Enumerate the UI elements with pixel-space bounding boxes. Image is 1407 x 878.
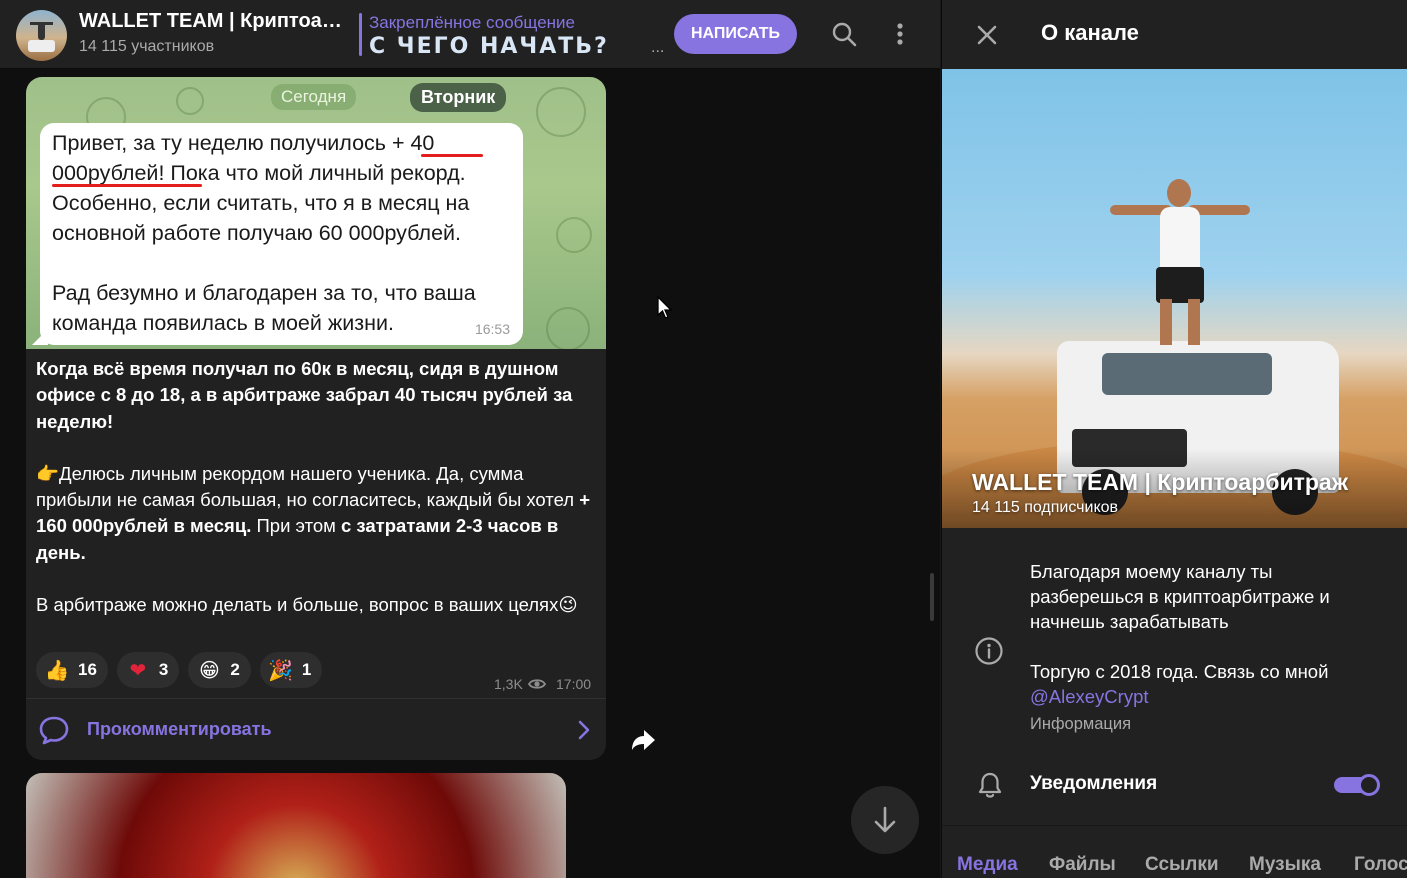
image-time: 16:53 [474,321,510,337]
post-views: 1,3K [494,676,546,692]
image-date-weekday: Вторник [410,83,507,112]
channel-avatar[interactable] [16,10,67,61]
tab-files[interactable]: Файлы [1049,854,1116,876]
more-vertical-icon [897,23,903,45]
close-button[interactable] [972,20,1002,50]
reaction-count: 16 [78,660,97,679]
eye-icon [527,679,546,689]
share-button[interactable] [624,721,662,759]
cover-subscriber-count: 14 115 подписчиков [972,499,1119,516]
heart-icon: ❤ [129,658,147,682]
pinned-ellipsis: ... [651,39,665,56]
post-time: 17:00 [556,676,592,692]
image-paragraph-1: Привет, за ту неделю получилось + 40 000… [52,131,470,245]
image-date-today: Сегодня [271,84,357,110]
wink-emoji: 😉 [558,594,578,616]
chat-header[interactable]: WALLET TEAM | Криптоарбитраж 14 115 учас… [0,0,940,69]
point-right-emoji: 👉 [36,462,60,484]
comment-icon [39,716,69,745]
views-count: 1,3K [494,676,523,692]
mouse-cursor [657,295,673,320]
reaction-thumbs-up[interactable]: 👍 16 [36,652,108,688]
media-tabs: Медиа Файлы Ссылки Музыка Голос [942,825,1407,878]
image-text: Привет, за ту неделю получилось + 40 000… [52,128,518,338]
about-contact: Торгую с 2018 года. Связь со мной [1030,661,1329,682]
about-caption: Информация [1030,715,1132,733]
channel-title[interactable]: WALLET TEAM | Криптоарбитраж [79,10,354,33]
reactions-bar: 👍 16 ❤ 3 😁 2 🎉 1 [36,652,323,688]
scroll-down-button[interactable] [851,786,919,854]
info-icon [975,637,1003,665]
search-button[interactable] [828,18,860,50]
panel-header: О канале [942,0,1407,69]
reaction-party[interactable]: 🎉 1 [259,652,323,688]
chat-scrollbar[interactable] [930,573,934,621]
panel-title: О канале [1041,20,1139,45]
channel-info-panel: О канале WALLET TEAM | Криптоарбитраж 14… [941,0,1407,878]
image-paragraph-2: Рад безумно и благодарен за то, что ваша… [52,281,476,335]
tab-links[interactable]: Ссылки [1145,854,1219,876]
search-icon [832,22,857,47]
reaction-count: 2 [230,660,240,679]
about-section: Благодаря моему каналу ты разберешься в … [942,528,1407,753]
about-text: Благодаря моему каналу ты разберешься в … [1030,559,1380,709]
tab-voice[interactable]: Голос [1354,854,1407,876]
bell-icon [978,772,1002,798]
cover-channel-name: WALLET TEAM | Криптоарбитраж [972,469,1349,495]
next-post-image[interactable] [26,773,566,878]
red-underline-2 [52,184,202,187]
pinned-message-text[interactable]: С ЧЕГО НАЧАТЬ? [369,34,609,59]
reaction-count: 3 [158,660,169,679]
post-paragraph-3: В арбитраже можно делать и больше, вопро… [36,594,578,616]
comment-button[interactable]: Прокомментировать [26,699,606,760]
notifications-label: Уведомления [1030,773,1158,794]
channel-cover-photo[interactable] [942,69,1407,528]
tab-media[interactable]: Медиа [957,854,1018,876]
reaction-grin[interactable]: 😁 2 [188,652,251,688]
notifications-toggle[interactable] [1334,774,1380,796]
share-icon [632,730,655,750]
channel-post[interactable]: Сегодня Вторник Привет, за ту неделю пол… [26,77,606,760]
post-image-screenshot[interactable]: Сегодня Вторник Привет, за ту неделю пол… [26,77,606,349]
party-popper-icon: 🎉 [268,658,294,682]
post-paragraph-1: Когда всё время получал по 60к в месяц, … [36,358,573,432]
notifications-row[interactable]: Уведомления [942,753,1407,825]
reaction-count: 1 [301,660,312,679]
write-button[interactable]: НАПИСАТЬ [674,14,797,54]
chat-column: WALLET TEAM | Криптоарбитраж 14 115 учас… [0,0,940,878]
close-icon [977,25,997,45]
contact-link[interactable]: @AlexeyCrypt [1030,684,1380,709]
red-underline-1 [421,154,483,157]
comment-label: Прокомментировать [87,719,272,739]
tab-music[interactable]: Музыка [1249,854,1321,876]
thumbs-up-icon: 👍 [44,658,70,682]
grin-icon: 😁 [198,658,220,682]
about-description: Благодаря моему каналу ты разберешься в … [1030,561,1330,632]
member-count: 14 115 участников [79,38,215,55]
pinned-indicator [359,13,362,56]
chevron-right-icon [578,720,590,740]
arrow-down-icon [874,806,896,833]
more-button[interactable] [884,18,916,50]
reaction-heart[interactable]: ❤ 3 [116,652,180,688]
pinned-message-label[interactable]: Закреплённое сообщение [369,13,575,33]
post-text: Когда всё время получал по 60к в месяц, … [36,356,596,618]
post-paragraph-2: 👉Делюсь личным рекордом нашего ученика. … [36,462,590,563]
